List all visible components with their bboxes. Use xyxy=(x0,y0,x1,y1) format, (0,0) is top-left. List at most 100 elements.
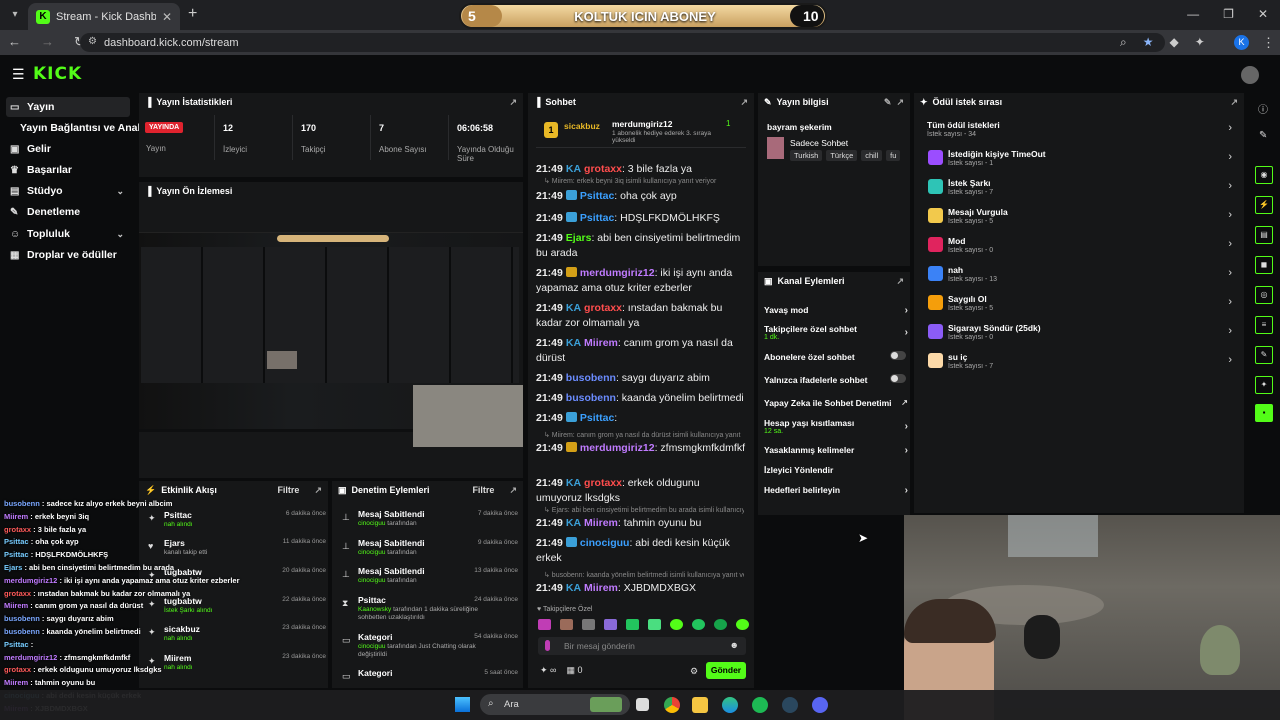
moderation-row[interactable]: ▭ Kategori cinociguu tarafından Just Chatt… xyxy=(340,632,518,660)
emote-icon[interactable] xyxy=(648,619,661,630)
popout-icon[interactable]: ↗ xyxy=(896,97,904,108)
stream-preview-video[interactable] xyxy=(139,232,523,447)
gift-icon[interactable]: ▦ 0 xyxy=(566,665,582,676)
tag[interactable]: Türkçe xyxy=(826,150,858,161)
chat-message[interactable]: 21:49 KA Miirem: XJBDMDXBGX xyxy=(536,581,746,596)
chat-message[interactable]: 21:49 merdumgiriz12: zfmsmgkmfkdmfkf xyxy=(536,441,746,456)
sidebar-item-moderation[interactable]: ✎ Denetleme xyxy=(6,202,130,222)
emote-icon[interactable] xyxy=(560,619,573,630)
address-bar[interactable] xyxy=(80,33,1165,52)
spotify-icon[interactable] xyxy=(752,697,768,713)
activity-row[interactable]: ✦ Psittac nah alındı 6 dakika önce xyxy=(146,509,326,535)
reward-row[interactable]: Saygılı Ol İstek sayısı - 5 › xyxy=(926,293,1236,319)
file-explorer-icon[interactable] xyxy=(692,697,708,713)
chat-message[interactable]: 21:49 KA grotaxx: ınstadan bakmak bu kadar… xyxy=(536,301,746,331)
maximize-icon[interactable]: ❐ xyxy=(1223,7,1234,21)
reward-row[interactable]: Mod İstek sayısı - 0 › xyxy=(926,235,1236,261)
tab-list-icon[interactable]: ▾ xyxy=(6,6,24,24)
activity-filter-button[interactable]: Filtre xyxy=(277,485,299,495)
chat-username[interactable]: grotaxx xyxy=(584,477,622,489)
close-tab-icon[interactable]: ✕ xyxy=(162,10,172,24)
profile-avatar[interactable]: K xyxy=(1234,35,1249,50)
chat-message[interactable]: 21:49 Psittac: oha çok ayp xyxy=(536,189,746,204)
edit-layout-icon[interactable]: ✎ xyxy=(1259,130,1267,141)
user-avatar[interactable] xyxy=(1241,66,1259,84)
chat-message[interactable]: 21:49 KA grotaxx: 3 bile fazla ya xyxy=(536,162,746,177)
edge-icon[interactable] xyxy=(722,697,738,713)
followers-only-setting[interactable]: Takipçilere özel sohbet 1 dk. › xyxy=(764,324,908,341)
back-icon[interactable]: ← xyxy=(8,34,21,50)
extensions-puzzle-icon[interactable]: ✦ xyxy=(1195,35,1205,50)
chat-username[interactable]: cinociguu xyxy=(580,537,630,549)
chat-message[interactable]: 21:49 Psittac: xyxy=(536,411,746,426)
forward-icon[interactable]: → xyxy=(41,34,54,50)
rail-button-green[interactable]: ▪ xyxy=(1255,404,1273,422)
chat-message[interactable]: 21:49 Ejars: abi ben cinsiyetimi belirtm… xyxy=(536,231,746,261)
emote-icon[interactable] xyxy=(714,619,727,630)
zoom-icon[interactable]: ⌕ xyxy=(1120,35,1127,50)
chat-username[interactable]: merdumgiriz12 xyxy=(580,267,655,279)
popout-icon[interactable]: ↗ xyxy=(314,485,322,496)
reward-row[interactable]: nah İstek sayısı - 13 › xyxy=(926,264,1236,290)
host-viewers-setting[interactable]: İzleyici Yönlendir xyxy=(764,465,908,475)
emote-icon[interactable] xyxy=(670,619,683,630)
chat-message[interactable]: 21:49 Psittac: HDŞLFKDMÖLHKFŞ xyxy=(536,211,746,226)
reward-row[interactable]: Sigarayı Söndür (25dk) İstek sayısı - 0 › xyxy=(926,322,1236,348)
chrome-icon[interactable] xyxy=(664,697,680,713)
subscribers-only-setting[interactable]: Abonelere özel sohbet xyxy=(764,351,908,362)
chat-username[interactable]: Miirem xyxy=(584,582,618,594)
kick-logo[interactable]: KICK xyxy=(33,64,82,84)
steam-icon[interactable] xyxy=(782,697,798,713)
rail-button-stack[interactable]: ≡ xyxy=(1255,316,1273,334)
task-view-icon[interactable] xyxy=(636,698,649,711)
ai-moderation-setting[interactable]: Yapay Zeka ile Sohbet Denetimi ↗ xyxy=(764,398,908,408)
tag[interactable]: chill xyxy=(861,150,883,161)
chat-message[interactable]: 21:49 cinociguu: abi dedi kesin küçük erk… xyxy=(536,536,746,566)
chat-username[interactable]: Miirem xyxy=(584,517,618,529)
emote-icon[interactable] xyxy=(582,619,595,630)
activity-row[interactable]: ✦ Miirem nah alındı 23 dakika önce xyxy=(146,652,326,678)
chat-username[interactable]: merdumgiriz12 xyxy=(580,442,655,454)
popout-icon[interactable]: ↗ xyxy=(1230,97,1238,108)
rail-button-camera[interactable]: ◉ xyxy=(1255,166,1273,184)
reward-row[interactable]: İstek Şarkı İstek sayısı - 7 › xyxy=(926,177,1236,203)
chat-message[interactable]: 21:49 busobenn: saygı duyarız abim xyxy=(536,371,746,386)
chat-username[interactable]: Psittac xyxy=(580,412,614,424)
set-goals-setting[interactable]: Hedefleri belirleyin › xyxy=(764,485,908,496)
minimize-icon[interactable]: — xyxy=(1187,7,1199,21)
activity-row[interactable]: ✦ tugbabtw İstek Şarkı alındı 22 dakika önc… xyxy=(146,595,326,621)
reward-row[interactable]: İstediğin kişiye TimeOut İstek sayısı - 1… xyxy=(926,148,1236,174)
chat-settings-icon[interactable]: ⚙ xyxy=(690,666,698,677)
chat-username[interactable]: Psittac xyxy=(580,212,614,224)
chat-username[interactable]: Ejars xyxy=(566,232,592,244)
rail-button-chat[interactable]: ◼ xyxy=(1255,256,1273,274)
tag[interactable]: Turkish xyxy=(790,150,823,161)
edit-icon[interactable]: ✎ xyxy=(884,97,892,108)
site-info-icon[interactable]: ⚙ xyxy=(88,36,97,47)
sidebar-item-stream[interactable]: ▭ Yayın xyxy=(6,97,130,117)
reward-row[interactable]: su iç İstek sayısı - 7 › xyxy=(926,351,1236,377)
emoji-icon[interactable]: ☻ xyxy=(730,640,739,650)
emote-icon[interactable] xyxy=(604,619,617,630)
moderation-row[interactable]: ⊥ Mesaj Sabitlendi cinociguu tarafından 7 d… xyxy=(340,509,518,537)
emote-icon[interactable] xyxy=(692,619,705,630)
chat-message[interactable]: 21:49 busobenn: kaanda yönelim belirtmed… xyxy=(536,391,746,406)
chat-input-box[interactable]: Bir mesaj gönderin ☻ xyxy=(538,637,746,655)
chat-username[interactable]: Psittac xyxy=(580,190,614,202)
sidebar-item-stream-key[interactable]: Yayın Bağlantısı ve Anahtarı xyxy=(6,118,160,138)
emote-only-toggle[interactable] xyxy=(890,374,906,383)
chat-username[interactable]: busobenn xyxy=(566,372,616,384)
send-button[interactable]: Gönder xyxy=(706,662,746,679)
emote-icon[interactable] xyxy=(626,619,639,630)
moderation-row[interactable]: ⧗ Psittac Kaanowsky tarafından 1 dakika sü… xyxy=(340,595,518,623)
discord-icon[interactable] xyxy=(812,697,828,713)
sidebar-item-drops[interactable]: ▦ Droplar ve ödüller xyxy=(6,245,130,265)
account-age-setting[interactable]: Hesap yaşı kısıtlaması 12 sa. › xyxy=(764,418,908,435)
moderation-row[interactable]: ⊥ Mesaj Sabitlendi cinociguu tarafından 13 … xyxy=(340,566,518,594)
points-icon[interactable]: ✦ ∞ xyxy=(540,665,556,676)
popout-icon[interactable]: ↗ xyxy=(740,97,748,108)
start-button-icon[interactable] xyxy=(455,697,470,712)
chat-username[interactable]: busobenn xyxy=(566,392,616,404)
rail-button-bolt[interactable]: ⚡ xyxy=(1255,196,1273,214)
popout-icon[interactable]: ↗ xyxy=(896,276,904,287)
